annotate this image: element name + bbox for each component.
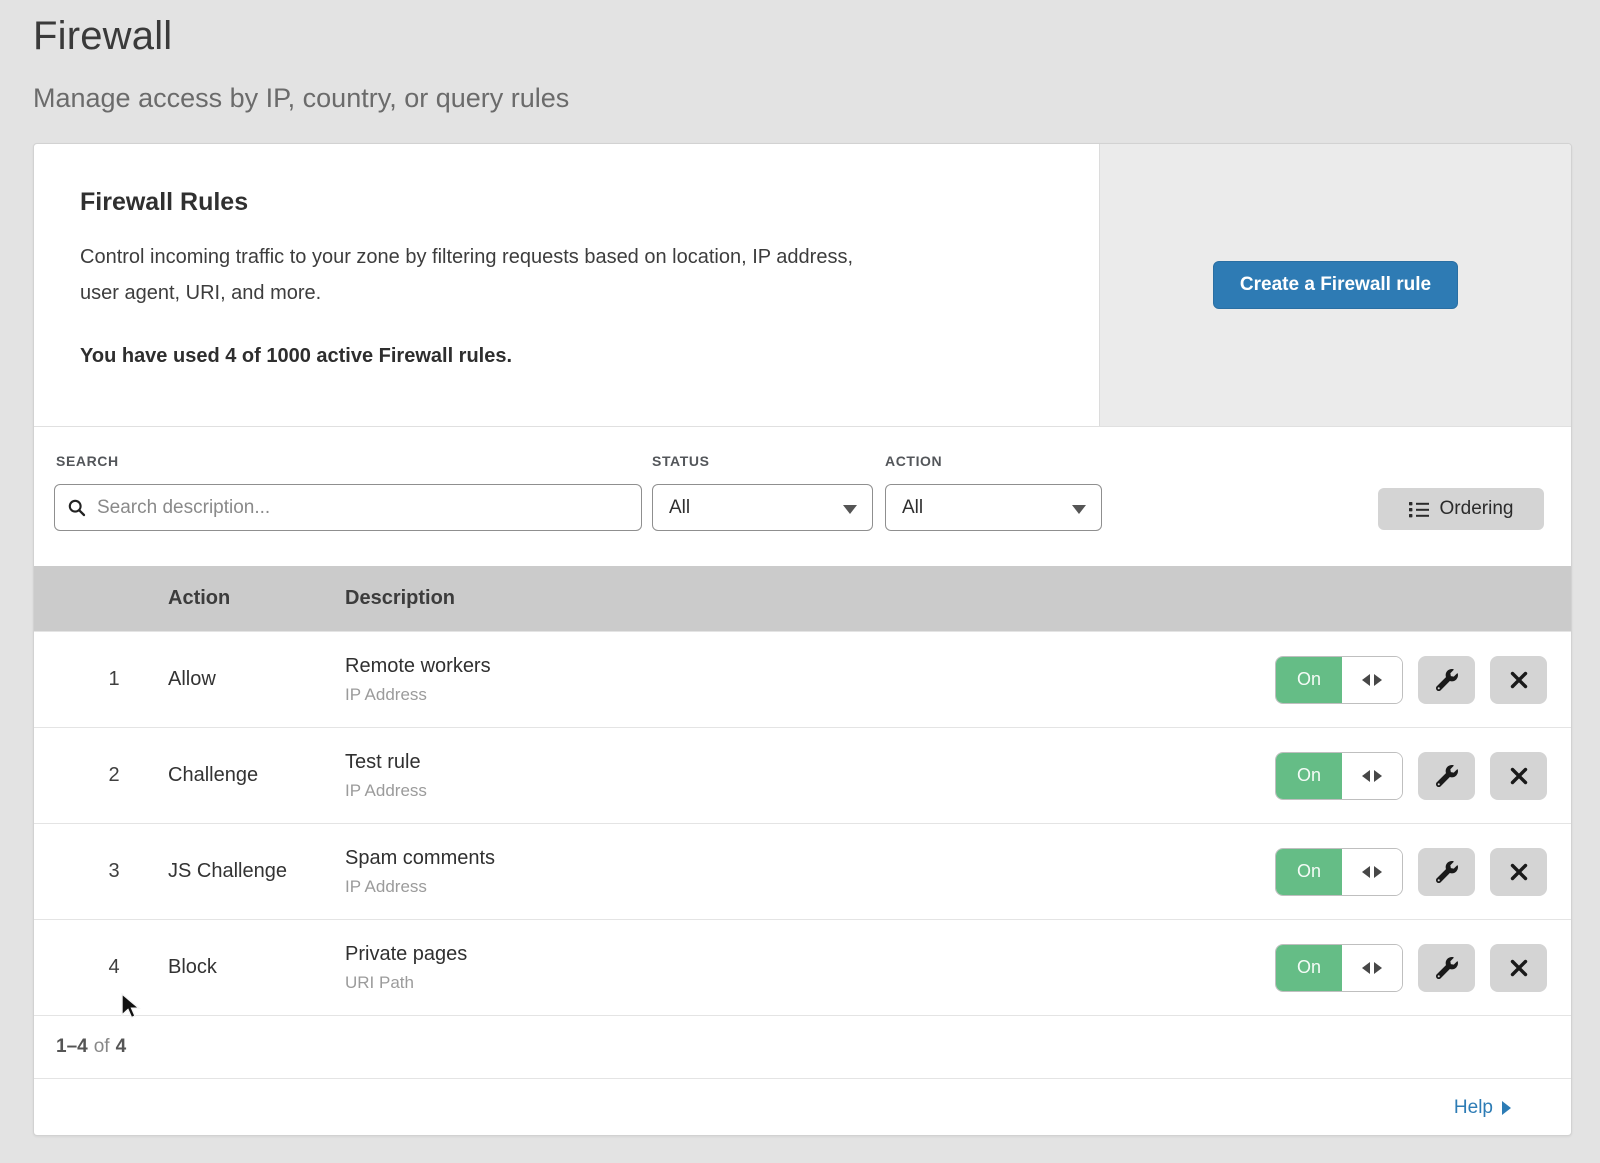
- rule-description: Spam comments: [345, 847, 1275, 870]
- rule-priority: 2: [34, 764, 168, 787]
- toggle-on-segment: On: [1276, 945, 1342, 991]
- rule-description-cell: Test rule IP Address: [345, 751, 1275, 801]
- search-label: SEARCH: [56, 453, 119, 469]
- table-header: Action Description: [34, 566, 1571, 631]
- rule-priority: 1: [34, 668, 168, 691]
- pagination-total: 4: [116, 1036, 127, 1058]
- toggle-on-segment: On: [1276, 753, 1342, 799]
- edit-rule-button[interactable]: [1418, 656, 1475, 704]
- rule-controls: On: [1275, 656, 1547, 704]
- table-row: 4 Block Private pages URI Path On: [34, 919, 1571, 1015]
- rule-priority: 3: [34, 860, 168, 883]
- wrench-icon: [1436, 957, 1458, 979]
- rule-action: Block: [168, 956, 345, 979]
- search-icon: [67, 498, 87, 518]
- rule-description-cell: Remote workers IP Address: [345, 655, 1275, 705]
- create-firewall-rule-button[interactable]: Create a Firewall rule: [1213, 261, 1458, 309]
- rule-enabled-toggle[interactable]: On: [1275, 944, 1403, 992]
- edit-rule-button[interactable]: [1418, 848, 1475, 896]
- status-select-value: All: [669, 497, 690, 519]
- wrench-icon: [1436, 861, 1458, 883]
- hero-heading: Firewall Rules: [80, 188, 1051, 217]
- table-row: 2 Challenge Test rule IP Address On: [34, 727, 1571, 823]
- action-select[interactable]: All: [885, 484, 1102, 531]
- rule-action: JS Challenge: [168, 860, 345, 883]
- rule-description: Test rule: [345, 751, 1275, 774]
- toggle-handle-arrows-icon: [1342, 753, 1402, 799]
- firewall-rules-card: Firewall Rules Control incoming traffic …: [33, 143, 1572, 1136]
- rule-action: Challenge: [168, 764, 345, 787]
- search-input[interactable]: [97, 497, 629, 519]
- rule-action: Allow: [168, 668, 345, 691]
- rule-description: Private pages: [345, 943, 1275, 966]
- search-box[interactable]: [54, 484, 642, 531]
- hero-description: Control incoming traffic to your zone by…: [80, 239, 1051, 311]
- delete-rule-button[interactable]: [1490, 752, 1547, 800]
- rule-enabled-toggle[interactable]: On: [1275, 656, 1403, 704]
- rule-enabled-toggle[interactable]: On: [1275, 848, 1403, 896]
- rule-match-field: IP Address: [345, 781, 1275, 801]
- chevron-down-icon: [1072, 505, 1086, 514]
- toggle-on-segment: On: [1276, 657, 1342, 703]
- ordering-list-icon: [1409, 501, 1429, 518]
- close-icon: [1510, 671, 1528, 689]
- wrench-icon: [1436, 765, 1458, 787]
- help-link-label: Help: [1454, 1097, 1493, 1119]
- hero-action-panel: Create a Firewall rule: [1099, 144, 1571, 426]
- hero-text-block: Firewall Rules Control incoming traffic …: [34, 144, 1099, 426]
- usage-note: You have used 4 of 1000 active Firewall …: [80, 345, 1051, 368]
- rule-priority: 4: [34, 956, 168, 979]
- wrench-icon: [1436, 669, 1458, 691]
- action-label: ACTION: [885, 453, 942, 469]
- delete-rule-button[interactable]: [1490, 656, 1547, 704]
- toggle-handle-arrows-icon: [1342, 945, 1402, 991]
- page-header: Firewall Manage access by IP, country, o…: [0, 0, 1600, 114]
- delete-rule-button[interactable]: [1490, 848, 1547, 896]
- edit-rule-button[interactable]: [1418, 944, 1475, 992]
- rule-controls: On: [1275, 752, 1547, 800]
- ordering-button[interactable]: Ordering: [1378, 488, 1544, 530]
- pagination-range: 1–4: [56, 1036, 88, 1058]
- action-select-value: All: [902, 497, 923, 519]
- edit-rule-button[interactable]: [1418, 752, 1475, 800]
- chevron-down-icon: [843, 505, 857, 514]
- rule-enabled-toggle[interactable]: On: [1275, 752, 1403, 800]
- status-label: STATUS: [652, 453, 710, 469]
- rule-match-field: IP Address: [345, 685, 1275, 705]
- close-icon: [1510, 959, 1528, 977]
- filters-bar: SEARCH STATUS All ACTION All: [34, 426, 1571, 566]
- pagination-of-label: of: [94, 1036, 110, 1058]
- ordering-button-label: Ordering: [1440, 498, 1514, 520]
- page-subtitle: Manage access by IP, country, or query r…: [33, 83, 1600, 114]
- table-row: 1 Allow Remote workers IP Address On: [34, 631, 1571, 727]
- status-select[interactable]: All: [652, 484, 873, 531]
- delete-rule-button[interactable]: [1490, 944, 1547, 992]
- help-link[interactable]: Help: [1454, 1097, 1511, 1119]
- toggle-on-segment: On: [1276, 849, 1342, 895]
- page-title: Firewall: [33, 14, 1600, 59]
- card-footer: Help: [34, 1078, 1571, 1137]
- rule-description: Remote workers: [345, 655, 1275, 678]
- help-arrow-icon: [1502, 1101, 1511, 1115]
- column-description: Description: [345, 587, 1571, 610]
- rule-match-field: URI Path: [345, 973, 1275, 993]
- rule-controls: On: [1275, 944, 1547, 992]
- column-action: Action: [168, 587, 345, 610]
- pagination: 1–4 of 4: [34, 1015, 1571, 1078]
- table-row: 3 JS Challenge Spam comments IP Address …: [34, 823, 1571, 919]
- hero-section: Firewall Rules Control incoming traffic …: [34, 144, 1571, 426]
- toggle-handle-arrows-icon: [1342, 849, 1402, 895]
- rule-match-field: IP Address: [345, 877, 1275, 897]
- rule-description-cell: Private pages URI Path: [345, 943, 1275, 993]
- hero-description-line2: user agent, URI, and more.: [80, 275, 1051, 311]
- hero-description-line1: Control incoming traffic to your zone by…: [80, 239, 1051, 275]
- toggle-handle-arrows-icon: [1342, 657, 1402, 703]
- rule-description-cell: Spam comments IP Address: [345, 847, 1275, 897]
- rule-controls: On: [1275, 848, 1547, 896]
- close-icon: [1510, 863, 1528, 881]
- close-icon: [1510, 767, 1528, 785]
